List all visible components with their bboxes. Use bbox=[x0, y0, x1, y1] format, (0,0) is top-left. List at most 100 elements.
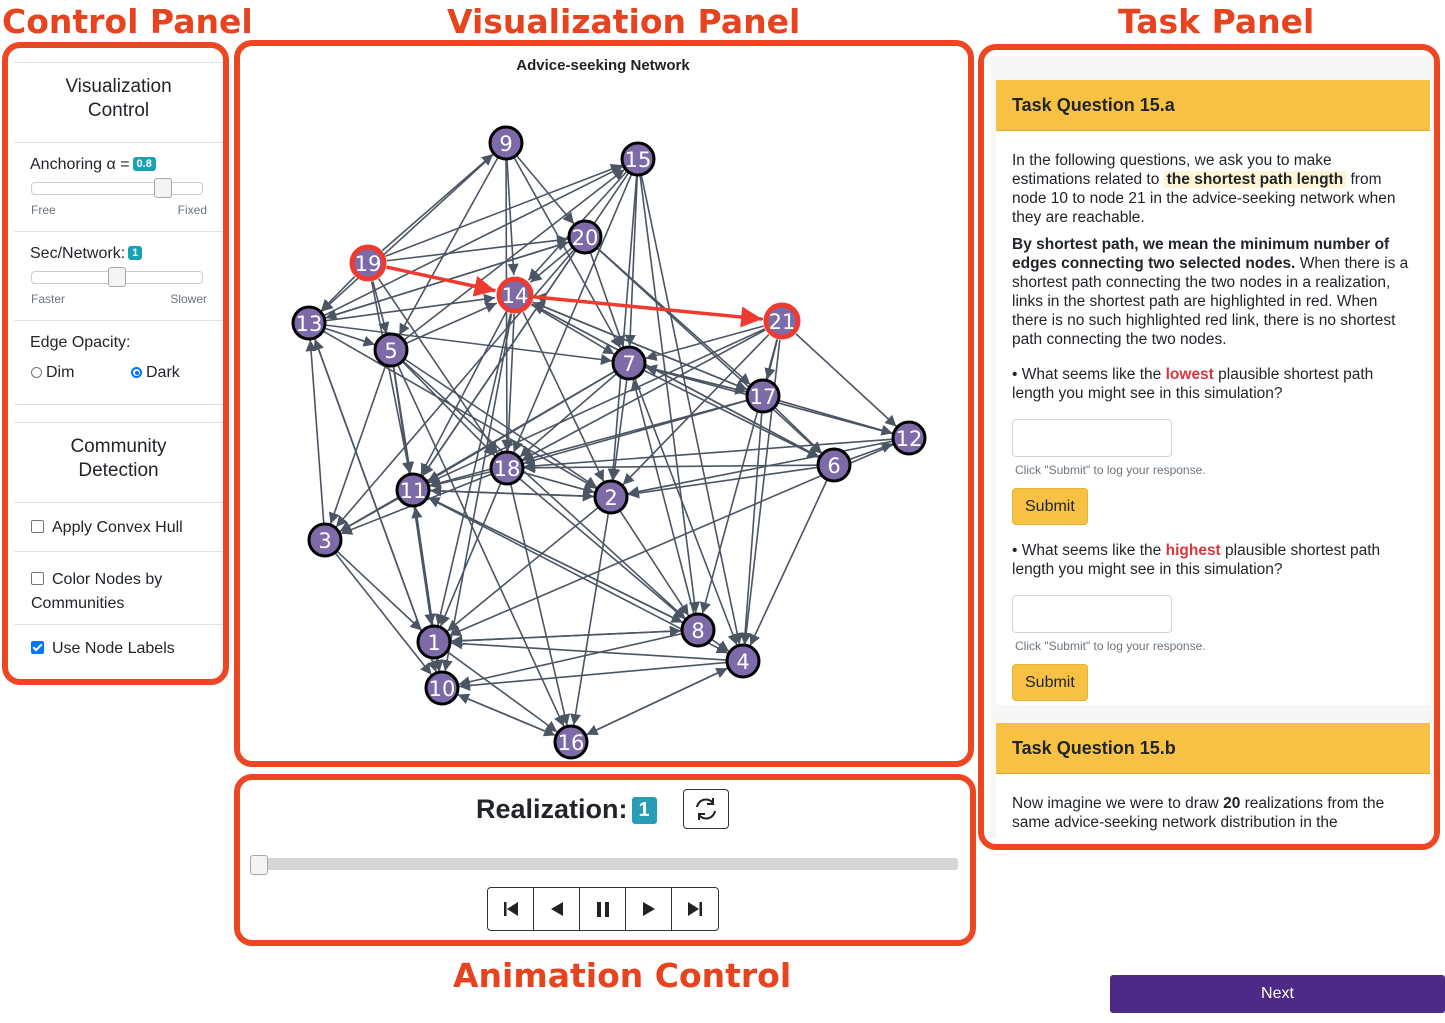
edge-16-4 bbox=[585, 667, 728, 736]
annotation-animation-control: Animation Control bbox=[453, 956, 792, 995]
node-13[interactable]: 13 bbox=[291, 305, 327, 341]
dark-radio-button[interactable] bbox=[131, 367, 142, 378]
convex-hull-checkbox[interactable] bbox=[31, 520, 44, 533]
next-button[interactable]: Next bbox=[1110, 975, 1445, 1013]
sec-network-label: Sec/Network: 1 bbox=[30, 245, 143, 263]
node-label: 11 bbox=[400, 479, 427, 503]
next-frame-button[interactable] bbox=[626, 888, 672, 930]
node-7[interactable]: 7 bbox=[611, 345, 647, 381]
edge-19-20 bbox=[386, 234, 569, 262]
node-label: 17 bbox=[750, 385, 777, 409]
node-label: 9 bbox=[499, 132, 512, 156]
task-definition: By shortest path, we mean the minimum nu… bbox=[1012, 236, 1409, 348]
node-9[interactable]: 9 bbox=[488, 125, 524, 161]
realization-slider[interactable] bbox=[250, 855, 958, 875]
edge-19-13 bbox=[320, 275, 356, 312]
task-15a-header: Task Question 15.a bbox=[996, 80, 1430, 131]
node-2[interactable]: 2 bbox=[593, 479, 629, 515]
previous-button[interactable] bbox=[534, 888, 580, 930]
node-labels-checkbox[interactable] bbox=[31, 641, 44, 654]
node-6[interactable]: 6 bbox=[816, 447, 852, 483]
edge-3-13 bbox=[305, 339, 325, 525]
dim-radio[interactable]: Dim bbox=[31, 364, 74, 382]
edge-9-13 bbox=[321, 153, 495, 313]
last-button[interactable] bbox=[672, 888, 718, 930]
node-labels-row[interactable]: Use Node Labels bbox=[14, 625, 223, 671]
color-nodes-checkbox[interactable] bbox=[31, 572, 44, 585]
color-nodes-row[interactable]: Color Nodes by Communities bbox=[14, 552, 223, 625]
edge-18-1 bbox=[439, 482, 502, 627]
node-21[interactable]: 21 bbox=[763, 302, 801, 340]
edge-17-11 bbox=[429, 399, 748, 489]
task-scroll-area[interactable]: Task Question 15.a In the following ques… bbox=[990, 56, 1434, 838]
task-card-15a: Task Question 15.a In the following ques… bbox=[996, 80, 1430, 705]
node-label: 1 bbox=[427, 631, 440, 655]
edge-21-18 bbox=[521, 329, 766, 461]
refresh-button[interactable] bbox=[683, 789, 729, 829]
sec-network-slider-thumb[interactable] bbox=[108, 267, 126, 287]
edge-17-4 bbox=[739, 411, 763, 645]
lowest-submit-button[interactable]: Submit bbox=[1012, 488, 1088, 525]
skip-to-end-icon bbox=[688, 902, 702, 916]
node-5[interactable]: 5 bbox=[373, 332, 409, 368]
sec-network-slider[interactable] bbox=[31, 267, 203, 287]
node-3[interactable]: 3 bbox=[307, 522, 343, 558]
visualization-panel: Advice-seeking Network 1 2 3 4 5 6 7 8 9 10 11 12 13… bbox=[234, 40, 974, 767]
edge-5-16 bbox=[396, 364, 565, 727]
edge-3-1 bbox=[336, 550, 423, 631]
pause-button[interactable] bbox=[580, 888, 626, 930]
network-graph: Advice-seeking Network 12345678910111213… bbox=[291, 57, 927, 760]
task-card-15b: Task Question 15.b Now imagine we were t… bbox=[996, 723, 1430, 838]
skip-to-start-icon bbox=[504, 902, 518, 916]
highest-submit-button[interactable]: Submit bbox=[1012, 664, 1088, 701]
pause-icon bbox=[597, 902, 609, 917]
viz-control-section: Visualization Control bbox=[14, 63, 223, 143]
node-20[interactable]: 20 bbox=[567, 219, 603, 255]
first-button[interactable] bbox=[488, 888, 534, 930]
dim-radio-button[interactable] bbox=[31, 367, 42, 378]
animation-control-panel: Realization: 1 bbox=[234, 774, 976, 946]
edge-opacity-section: Edge Opacity: Dim Dark bbox=[14, 321, 223, 405]
node-17[interactable]: 17 bbox=[745, 378, 781, 414]
lowest-input[interactable] bbox=[1012, 419, 1172, 457]
node-12[interactable]: 12 bbox=[891, 420, 927, 456]
node-19[interactable]: 19 bbox=[349, 244, 387, 282]
edge-8-11 bbox=[427, 496, 684, 624]
node-labels-label: Use Node Labels bbox=[52, 640, 175, 657]
dark-radio[interactable]: Dark bbox=[131, 364, 180, 382]
step-back-icon bbox=[551, 902, 563, 916]
edge-7-18 bbox=[519, 372, 618, 458]
node-14[interactable]: 14 bbox=[496, 276, 534, 314]
node-11[interactable]: 11 bbox=[395, 472, 431, 508]
edge-21-7 bbox=[645, 325, 764, 361]
node-15[interactable]: 15 bbox=[620, 141, 656, 177]
lowest-question: • What seems like the lowest plausible s… bbox=[1012, 366, 1374, 402]
control-panel: Visualization Control Anchoring α = 0.8 F… bbox=[2, 42, 229, 685]
node-label: 3 bbox=[318, 529, 331, 553]
node-label: 10 bbox=[429, 677, 456, 701]
node-label: 21 bbox=[769, 310, 796, 334]
annotation-visualization-panel: Visualization Panel bbox=[447, 2, 801, 41]
node-label: 5 bbox=[384, 339, 397, 363]
realization-slider-thumb[interactable] bbox=[250, 855, 268, 875]
playback-buttons bbox=[487, 887, 719, 931]
node-1[interactable]: 1 bbox=[416, 624, 452, 660]
node-label: 12 bbox=[896, 427, 923, 451]
node-label: 4 bbox=[736, 650, 749, 674]
node-4[interactable]: 4 bbox=[725, 643, 761, 679]
edge-5-3 bbox=[328, 364, 387, 525]
anchoring-slider[interactable] bbox=[31, 178, 203, 198]
node-8[interactable]: 8 bbox=[680, 612, 716, 648]
community-section: Community Detection bbox=[14, 423, 223, 503]
convex-hull-row[interactable]: Apply Convex Hull bbox=[14, 503, 223, 552]
node-18[interactable]: 18 bbox=[489, 450, 525, 486]
highest-input[interactable] bbox=[1012, 595, 1172, 633]
anchoring-slider-thumb[interactable] bbox=[154, 178, 172, 198]
edge-opacity-label: Edge Opacity: bbox=[30, 334, 131, 351]
task-15b-header: Task Question 15.b bbox=[996, 723, 1430, 774]
step-forward-icon bbox=[643, 902, 655, 916]
community-detection-title: Community Detection bbox=[70, 436, 167, 481]
node-16[interactable]: 16 bbox=[553, 724, 589, 760]
node-label: 6 bbox=[827, 454, 840, 478]
node-10[interactable]: 10 bbox=[424, 670, 460, 706]
